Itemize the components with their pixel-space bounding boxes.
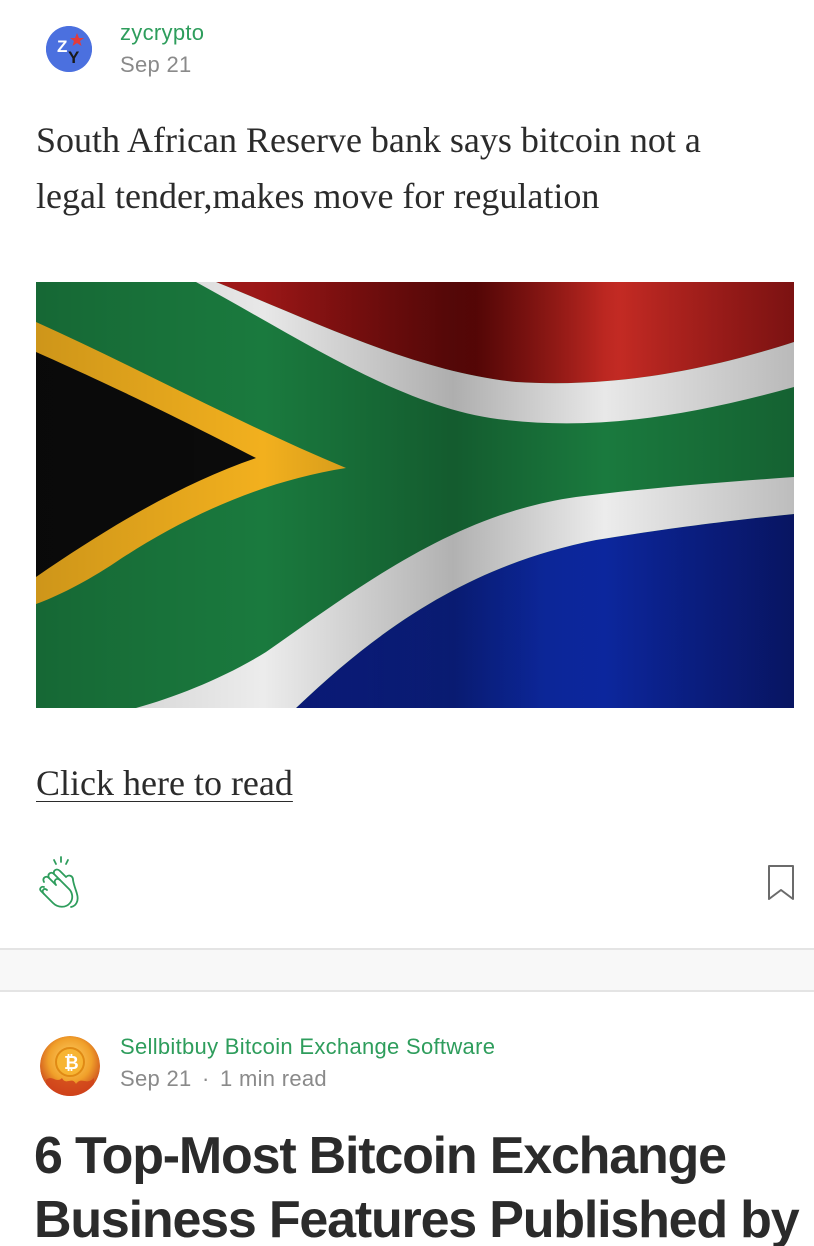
bitcoin-logo-icon: ₿ [40, 1036, 100, 1096]
meta-separator: · [201, 1066, 210, 1091]
post-divider [0, 948, 814, 992]
svg-text:₿: ₿ [64, 1053, 79, 1073]
svg-text:Z: Z [57, 37, 67, 56]
read-more-link[interactable]: Click here to read [36, 762, 293, 804]
read-time: 1 min read [220, 1066, 327, 1091]
post-title[interactable]: 6 Top-Most Bitcoin Exchange Business Fea… [34, 1124, 804, 1246]
clap-icon[interactable] [36, 854, 86, 910]
avatar-logo-icon: Z Y [46, 26, 92, 72]
bookmark-icon[interactable] [766, 864, 796, 902]
author-avatar[interactable]: ₿ [40, 1036, 100, 1096]
post-date: Sep 21 [120, 1066, 192, 1091]
author-name[interactable]: zycrypto [120, 20, 204, 46]
post-card-1: Z Y zycrypto Sep 21 South African Reserv… [0, 0, 814, 948]
svg-text:Y: Y [68, 48, 80, 67]
post-meta: Sep 21 · 1 min read [120, 1066, 327, 1092]
post-image[interactable] [36, 282, 794, 708]
author-name[interactable]: Sellbitbuy Bitcoin Exchange Software [120, 1034, 495, 1060]
author-avatar[interactable]: Z Y [46, 26, 92, 72]
post-title[interactable]: South African Reserve bank says bitcoin … [36, 112, 776, 224]
post-date: Sep 21 [120, 52, 192, 77]
